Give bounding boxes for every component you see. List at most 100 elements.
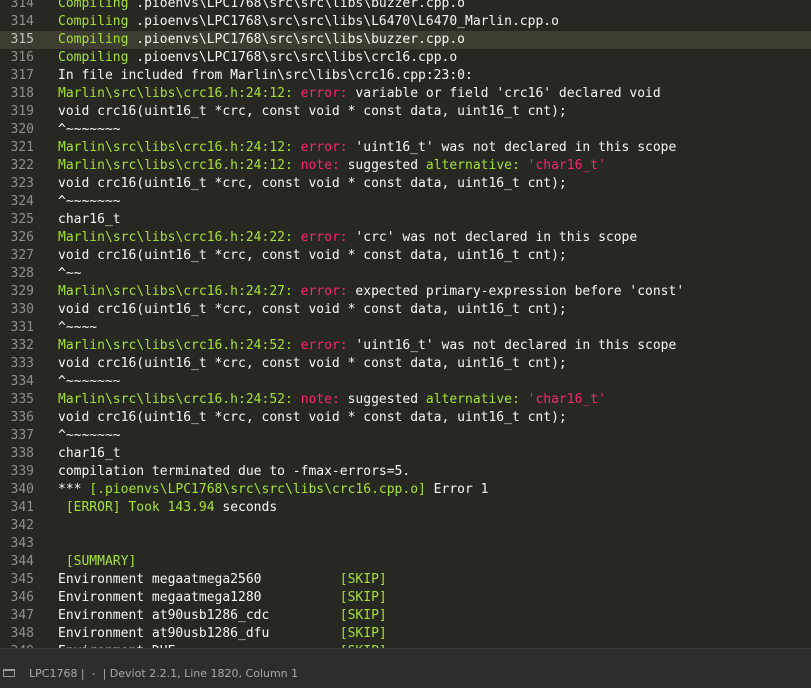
- line-text: compilation terminated due to -fmax-erro…: [58, 463, 410, 481]
- text-segment: 'crc' was not declared in this scope: [347, 230, 638, 245]
- output-line: 346 Environment megaatmega1280 [SKIP]: [0, 589, 811, 607]
- text-segment: .pioenvs\LPC1768\src\src\libs\buzzer.cpp…: [136, 32, 466, 47]
- text-segment: [.pioenvs\LPC1768\src\src\libs\crc16.cpp…: [89, 482, 426, 497]
- output-line: 337 ^~~~~~~~: [0, 427, 811, 445]
- text-segment: [SKIP]: [339, 626, 387, 641]
- text-segment: note:: [300, 392, 340, 407]
- line-text: char16_t: [58, 211, 121, 229]
- text-segment: Environment at90usb1286_cdc: [58, 608, 340, 623]
- text-segment: 'char16_t': [527, 158, 606, 173]
- text-segment: void crc16(uint16_t *crc, const void * c…: [58, 104, 567, 119]
- output-lines: 314 Compiling .pioenvs\LPC1768\src\src\li…: [0, 0, 811, 648]
- line-text: [ERROR] Took 143.94 seconds: [58, 499, 277, 517]
- line-number: 318: [10, 86, 34, 101]
- output-line: 321 Marlin\src\libs\crc16.h:24:12: error:…: [0, 139, 811, 157]
- line-number: 334: [10, 374, 34, 389]
- text-segment: [58, 500, 66, 515]
- line-text: Environment megaatmega2560 [SKIP]: [58, 571, 387, 589]
- output-line: 334 ^~~~~~~~: [0, 373, 811, 391]
- line-number: 330: [10, 302, 34, 317]
- line-text: char16_t: [58, 445, 121, 463]
- line-number: 327: [10, 248, 34, 263]
- line-number: 340: [10, 482, 34, 497]
- line-text: Marlin\src\libs\crc16.h:24:12: error: 'u…: [58, 139, 676, 157]
- output-line: 348 Environment at90usb1286_dfu [SKIP]: [0, 625, 811, 643]
- text-segment: char16_t: [58, 446, 121, 461]
- text-segment: alternative:: [425, 158, 528, 173]
- text-segment: alternative:: [425, 392, 528, 407]
- text-segment: suggested: [339, 158, 426, 173]
- line-number: 322: [10, 158, 34, 173]
- line-number: 323: [10, 176, 34, 191]
- text-segment: [58, 554, 66, 569]
- output-line: 330 void crc16(uint16_t *crc, const void …: [0, 301, 811, 319]
- line-text: ^~~~~: [58, 319, 97, 337]
- text-segment: Error 1: [425, 482, 489, 497]
- output-panel[interactable]: 314 Compiling .pioenvs\LPC1768\src\src\li…: [0, 0, 811, 648]
- text-segment: ^~~: [58, 266, 82, 281]
- text-segment: void crc16(uint16_t *crc, const void * c…: [58, 410, 567, 425]
- line-text: ^~~~~~~~: [58, 373, 121, 391]
- console-icon[interactable]: [3, 669, 15, 677]
- line-number: 342: [10, 518, 34, 533]
- text-segment: Marlin\src\libs\crc16.h:24:12:: [58, 86, 301, 101]
- text-segment: char16_t: [58, 212, 121, 227]
- line-text: ^~~~~~~~: [58, 121, 121, 139]
- output-line: 324 ^~~~~~~~: [0, 193, 811, 211]
- line-number: 331: [10, 320, 34, 335]
- text-segment: void crc16(uint16_t *crc, const void * c…: [58, 248, 567, 263]
- text-segment: ^~~~~: [58, 320, 98, 335]
- line-number: 328: [10, 266, 34, 281]
- output-line: 323 void crc16(uint16_t *crc, const void …: [0, 175, 811, 193]
- text-segment: Compiling: [58, 14, 137, 29]
- line-text: void crc16(uint16_t *crc, const void * c…: [58, 103, 567, 121]
- line-number: 324: [10, 194, 34, 209]
- line-text: In file included from Marlin\src\libs\cr…: [58, 67, 473, 85]
- text-segment: Marlin\src\libs\crc16.h:24:22:: [58, 230, 301, 245]
- line-text: ^~~~~~~~: [58, 427, 121, 445]
- text-segment: [SKIP]: [339, 608, 387, 623]
- line-text: Marlin\src\libs\crc16.h:24:22: error: 'c…: [58, 229, 637, 247]
- text-segment: ^~~~~~~~: [58, 194, 121, 209]
- line-text: Marlin\src\libs\crc16.h:24:27: error: ex…: [58, 283, 684, 301]
- line-text: Compiling .pioenvs\LPC1768\src\src\libs\…: [58, 0, 465, 13]
- output-line: 347 Environment at90usb1286_cdc [SKIP]: [0, 607, 811, 625]
- line-number: 344: [10, 554, 34, 569]
- text-segment: Compiling: [58, 0, 137, 11]
- text-segment: expected primary-expression before 'cons…: [347, 284, 685, 299]
- text-segment: .pioenvs\LPC1768\src\src\libs\crc16.cpp.…: [136, 50, 458, 65]
- text-segment: 'uint16_t' was not declared in this scop…: [347, 140, 677, 155]
- output-line: 339 compilation terminated due to -fmax-e…: [0, 463, 811, 481]
- output-line: 340 *** [.pioenvs\LPC1768\src\src\libs\cr…: [0, 481, 811, 499]
- line-text: ^~~~~~~~: [58, 193, 121, 211]
- line-number: 341: [10, 500, 34, 515]
- line-number: 314: [10, 0, 34, 11]
- line-text: Compiling .pioenvs\LPC1768\src\src\libs\…: [58, 13, 559, 31]
- line-text: ^~~: [58, 265, 81, 283]
- line-text: Compiling .pioenvs\LPC1768\src\src\libs\…: [58, 49, 457, 67]
- line-number: 332: [10, 338, 34, 353]
- text-segment: void crc16(uint16_t *crc, const void * c…: [58, 356, 567, 371]
- text-segment: Environment megaatmega2560: [58, 572, 340, 587]
- line-text: Marlin\src\libs\crc16.h:24:52: note: sug…: [58, 391, 606, 409]
- line-number: 345: [10, 572, 34, 587]
- line-number: 333: [10, 356, 34, 371]
- text-segment: [ERROR] Took 143.94: [65, 500, 215, 515]
- line-number: 321: [10, 140, 34, 155]
- output-line: 332 Marlin\src\libs\crc16.h:24:52: error:…: [0, 337, 811, 355]
- output-line: 320 ^~~~~~~~: [0, 121, 811, 139]
- output-line: 341 [ERROR] Took 143.94 seconds: [0, 499, 811, 517]
- output-line: 314 Compiling .pioenvs\LPC1768\src\src\li…: [0, 13, 811, 31]
- text-segment: 'char16_t': [527, 392, 606, 407]
- output-line: 316 Compiling .pioenvs\LPC1768\src\src\li…: [0, 49, 811, 67]
- text-segment: Compiling: [58, 32, 137, 47]
- text-segment: .pioenvs\LPC1768\src\src\libs\L6470\L647…: [136, 14, 559, 29]
- output-line: 325 char16_t: [0, 211, 811, 229]
- text-segment: variable or field 'crc16' declared void: [347, 86, 661, 101]
- line-text: [SUMMARY]: [58, 553, 136, 571]
- status-bar: LPC1768 | - | Deviot 2.2.1, Line 1820, C…: [0, 648, 811, 688]
- line-number: 329: [10, 284, 34, 299]
- output-line: 338 char16_t: [0, 445, 811, 463]
- line-text: Marlin\src\libs\crc16.h:24:52: error: 'u…: [58, 337, 676, 355]
- line-number: 326: [10, 230, 34, 245]
